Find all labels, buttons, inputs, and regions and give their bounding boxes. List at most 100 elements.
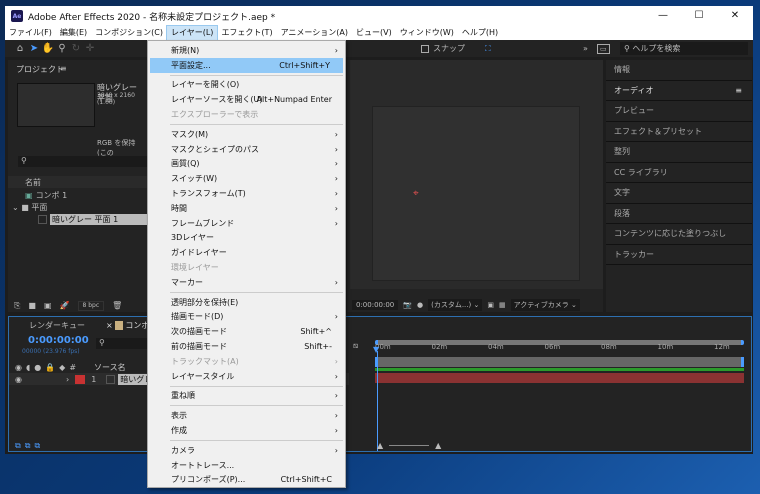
trash-icon[interactable]: 🗑 bbox=[112, 301, 122, 311]
maximize-button[interactable]: ☐ bbox=[681, 6, 717, 26]
layer-color-label[interactable] bbox=[75, 374, 86, 384]
menu-item[interactable]: 重ね順 › bbox=[148, 389, 345, 404]
eye-icon[interactable]: ◉ bbox=[15, 363, 22, 372]
channel-icon[interactable]: ● bbox=[417, 301, 423, 309]
menu-item[interactable]: フレームブレンド › bbox=[148, 216, 345, 231]
tab-render-queue[interactable]: レンダーキュー bbox=[29, 320, 85, 331]
menu-item[interactable]: プリコンポーズ(P)... Ctrl+Shift+C bbox=[148, 473, 345, 488]
new-folder-icon[interactable]: ■ bbox=[28, 301, 36, 311]
rotate-tool-icon[interactable]: ↻ bbox=[69, 43, 83, 54]
playhead[interactable] bbox=[377, 351, 378, 451]
close-button[interactable]: ✕ bbox=[717, 6, 753, 26]
layer-duration-bar[interactable] bbox=[375, 373, 744, 383]
toggle-switches-icon[interactable]: ⧉ bbox=[15, 441, 21, 451]
project-item-solid[interactable]: 暗いグレー 平面 1 bbox=[8, 213, 147, 225]
menu-4[interactable]: エフェクト(T) bbox=[217, 26, 276, 40]
right-panel-item[interactable]: コンテンツに応じた塗りつぶし bbox=[606, 224, 752, 245]
viewer-canvas[interactable]: ⌖ bbox=[350, 60, 603, 289]
eye-icon[interactable]: ◉ bbox=[15, 375, 22, 384]
menu-item[interactable]: 時間 › bbox=[148, 201, 345, 216]
panel-menu-icon[interactable]: ≡ bbox=[735, 86, 742, 95]
time-navigator[interactable] bbox=[375, 357, 744, 367]
menu-item[interactable]: 前の描画モード Shift+- bbox=[148, 339, 345, 354]
zoom-slider[interactable]: ▲ ▲ bbox=[377, 441, 441, 450]
menu-item[interactable]: 作成 › bbox=[148, 423, 345, 438]
hand-tool-icon[interactable]: ✋ bbox=[41, 43, 55, 54]
bpc-button[interactable]: 8 bpc bbox=[77, 301, 105, 311]
menu-2[interactable]: コンポジション(C) bbox=[91, 26, 167, 40]
new-comp-icon[interactable]: ▣ bbox=[44, 301, 52, 311]
menu-item[interactable]: レイヤーソースを開く(U) Alt+Numpad Enter bbox=[148, 92, 345, 107]
menu-3[interactable]: レイヤー(L) bbox=[165, 25, 219, 41]
solo-icon[interactable]: ● bbox=[34, 363, 41, 372]
menu-item[interactable]: カメラ › bbox=[148, 443, 345, 458]
menu-item[interactable]: トランスフォーム(T) › bbox=[148, 186, 345, 201]
menu-item[interactable]: オートトレース... bbox=[148, 458, 345, 473]
project-item-folder[interactable]: ⌄ ■ 平面 bbox=[8, 201, 147, 213]
selection-tool-icon[interactable]: ➤ bbox=[27, 43, 41, 54]
zoom-tool-icon[interactable]: ⚲ bbox=[55, 43, 69, 54]
right-panel-item[interactable]: CC ライブラリ bbox=[606, 163, 752, 183]
menu-7[interactable]: ウィンドウ(W) bbox=[396, 26, 458, 40]
menu-item[interactable]: マスク(M) › bbox=[148, 127, 345, 142]
camera-dropdown[interactable]: アクティブカメラ ⌄ bbox=[510, 299, 580, 311]
menu-1[interactable]: 編集(E) bbox=[56, 26, 91, 40]
toggle-duration-icon[interactable]: ⧉ bbox=[34, 441, 40, 451]
menu-item[interactable]: ガイドレイヤー bbox=[148, 245, 345, 260]
chevron-right-icon[interactable]: › bbox=[66, 375, 69, 384]
menu-item[interactable]: 透明部分を保持(E) bbox=[148, 295, 345, 310]
anchor-tool-icon[interactable]: ✛ bbox=[83, 43, 97, 54]
menu-8[interactable]: ヘルプ(H) bbox=[458, 26, 502, 40]
menu-item[interactable]: 表示 › bbox=[148, 408, 345, 423]
menu-item[interactable]: 平面設定... Ctrl+Shift+Y bbox=[150, 57, 343, 73]
menu-6[interactable]: ビュー(V) bbox=[352, 26, 396, 40]
menu-item[interactable]: レイヤーを開く(O) bbox=[148, 78, 345, 93]
menu-item[interactable]: 新規(N) › bbox=[148, 43, 345, 58]
menu-0[interactable]: ファイル(F) bbox=[5, 26, 56, 40]
menu-item[interactable]: トラックマット(A) › bbox=[148, 354, 345, 369]
snap-option-icon[interactable]: ⛶ bbox=[485, 44, 491, 54]
menu-item[interactable]: エクスプローラーで表示 bbox=[148, 107, 345, 122]
anchor-point-icon[interactable]: ⌖ bbox=[413, 188, 419, 199]
right-panel-item[interactable]: 整列 bbox=[606, 142, 752, 163]
menu-item[interactable]: 次の描画モード Shift+^ bbox=[148, 324, 345, 339]
toggle-modes-icon[interactable]: ⧉ bbox=[25, 441, 31, 451]
region-icon[interactable]: ▣ bbox=[487, 301, 494, 309]
graph-editor-icon[interactable]: ⧅ bbox=[353, 341, 358, 351]
panel-menu-icon[interactable]: ≡ bbox=[60, 64, 67, 73]
right-panel-item[interactable]: エフェクト＆プリセット bbox=[606, 122, 752, 142]
project-item-comp[interactable]: ▣ コンポ 1 bbox=[8, 189, 147, 201]
right-panel-item[interactable]: オーディオ ≡ bbox=[606, 81, 752, 101]
workspace-icon[interactable]: ▭ bbox=[597, 43, 610, 54]
source-name-header[interactable]: ソース名 bbox=[94, 362, 126, 373]
minimize-button[interactable]: — bbox=[645, 6, 681, 26]
project-search-input[interactable]: ⚲ bbox=[18, 156, 147, 167]
interpret-footage-icon[interactable]: ⎘ bbox=[14, 301, 20, 311]
menu-item[interactable]: 画質(Q) › bbox=[148, 157, 345, 172]
home-icon[interactable]: ⌂ bbox=[13, 43, 27, 54]
playhead-handle-icon[interactable]: ▼ bbox=[373, 345, 379, 354]
help-search-input[interactable]: ⚲ ヘルプを検索 bbox=[620, 42, 748, 55]
transparency-grid-icon[interactable]: ▦ bbox=[499, 301, 506, 309]
lock-icon[interactable]: 🔒 bbox=[45, 363, 55, 372]
menu-item[interactable]: マーカー › bbox=[148, 275, 345, 290]
name-column-header[interactable]: 名前 bbox=[8, 176, 147, 188]
right-panel-item[interactable]: トラッカー bbox=[606, 245, 752, 265]
right-panel-item[interactable]: 段落 bbox=[606, 204, 752, 224]
current-time[interactable]: 0:00:00:00 bbox=[28, 335, 89, 346]
render-icon[interactable]: 🚀 bbox=[60, 301, 70, 311]
snap-checkbox[interactable] bbox=[421, 44, 429, 53]
timeline-search-input[interactable]: ⚲ bbox=[96, 338, 153, 349]
label-icon[interactable]: ◆ bbox=[59, 363, 65, 372]
menu-item[interactable]: 3Dレイヤー bbox=[148, 231, 345, 246]
menu-item[interactable]: スイッチ(W) › bbox=[148, 171, 345, 186]
right-panel-item[interactable]: 情報 bbox=[606, 60, 752, 81]
more-workspaces-button[interactable]: » bbox=[583, 44, 588, 53]
resolution-dropdown[interactable]: (カスタム...) ⌄ bbox=[428, 299, 483, 311]
snapshot-icon[interactable]: 📷 bbox=[403, 301, 412, 309]
menu-item[interactable]: 環境レイヤー bbox=[148, 260, 345, 275]
viewer-timecode[interactable]: 0:00:00:00 bbox=[352, 300, 399, 310]
right-panel-item[interactable]: プレビュー bbox=[606, 101, 752, 122]
menu-item[interactable]: 描画モード(D) › bbox=[148, 310, 345, 325]
menu-5[interactable]: アニメーション(A) bbox=[277, 26, 352, 40]
